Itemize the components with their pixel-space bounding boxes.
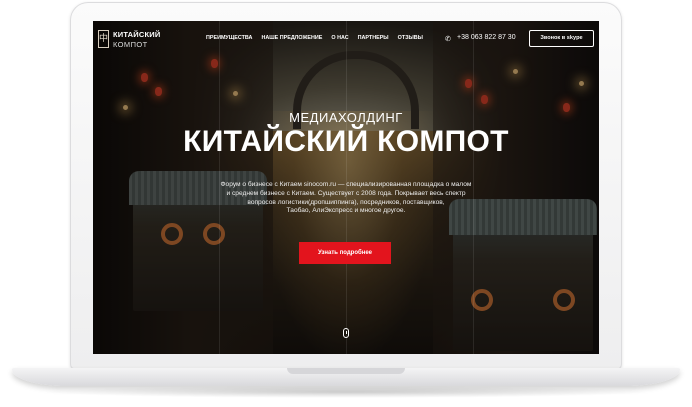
learn-more-button[interactable]: Узнать подробнее xyxy=(299,242,391,264)
logo[interactable]: 中 КИТАЙСКИЙ КОМПОТ xyxy=(98,28,160,52)
phone-number[interactable]: +38 063 822 87 30 xyxy=(457,34,516,41)
site-header: 中 КИТАЙСКИЙ КОМПОТ ПРЕИМУЩЕСТВА НАШЕ ПРЕ… xyxy=(93,21,599,59)
laptop-shadow xyxy=(40,386,652,398)
nav-item-about[interactable]: О НАС xyxy=(331,35,348,45)
hero-description-line: Форум о бизнесе с Китаем sinocom.ru — сп… xyxy=(220,181,472,188)
nav-item-partners[interactable]: ПАРТНЕРЫ xyxy=(358,35,389,45)
hero-description: Форум о бизнесе с Китаем sinocom.ru — сп… xyxy=(203,181,489,216)
logo-mark-icon: 中 xyxy=(98,30,109,48)
hero-description-line: и среднем бизнесе с Китаем. Существует с… xyxy=(226,189,466,197)
hero-subtitle: МЕДИАХОЛДИНГ xyxy=(289,110,403,125)
hero-description-line: Таобао, АлиЭкспресс и многое другое. xyxy=(286,207,406,215)
skype-call-button[interactable]: Звонок в skype xyxy=(529,30,594,47)
main-nav: ПРЕИМУЩЕСТВА НАШЕ ПРЕДЛОЖЕНИЕ О НАС ПАРТ… xyxy=(206,35,432,45)
phone-icon: ✆ xyxy=(445,36,451,43)
nav-item-offer[interactable]: НАШЕ ПРЕДЛОЖЕНИЕ xyxy=(261,35,322,45)
laptop-notch xyxy=(287,368,405,374)
logo-text-line1: КИТАЙСКИЙ xyxy=(113,30,161,39)
hero-title: КИТАЙСКИЙ КОМПОТ xyxy=(183,125,509,158)
nav-item-reviews[interactable]: ОТЗЫВЫ xyxy=(398,35,423,45)
mouse-wheel xyxy=(346,331,347,334)
logo-text-line2: КОМПОТ xyxy=(113,40,148,49)
nav-item-advantages[interactable]: ПРЕИМУЩЕСТВА xyxy=(206,35,252,45)
scroll-down-mouse-icon[interactable] xyxy=(343,328,349,338)
laptop-screen: 中 КИТАЙСКИЙ КОМПОТ ПРЕИМУЩЕСТВА НАШЕ ПРЕ… xyxy=(93,21,599,354)
